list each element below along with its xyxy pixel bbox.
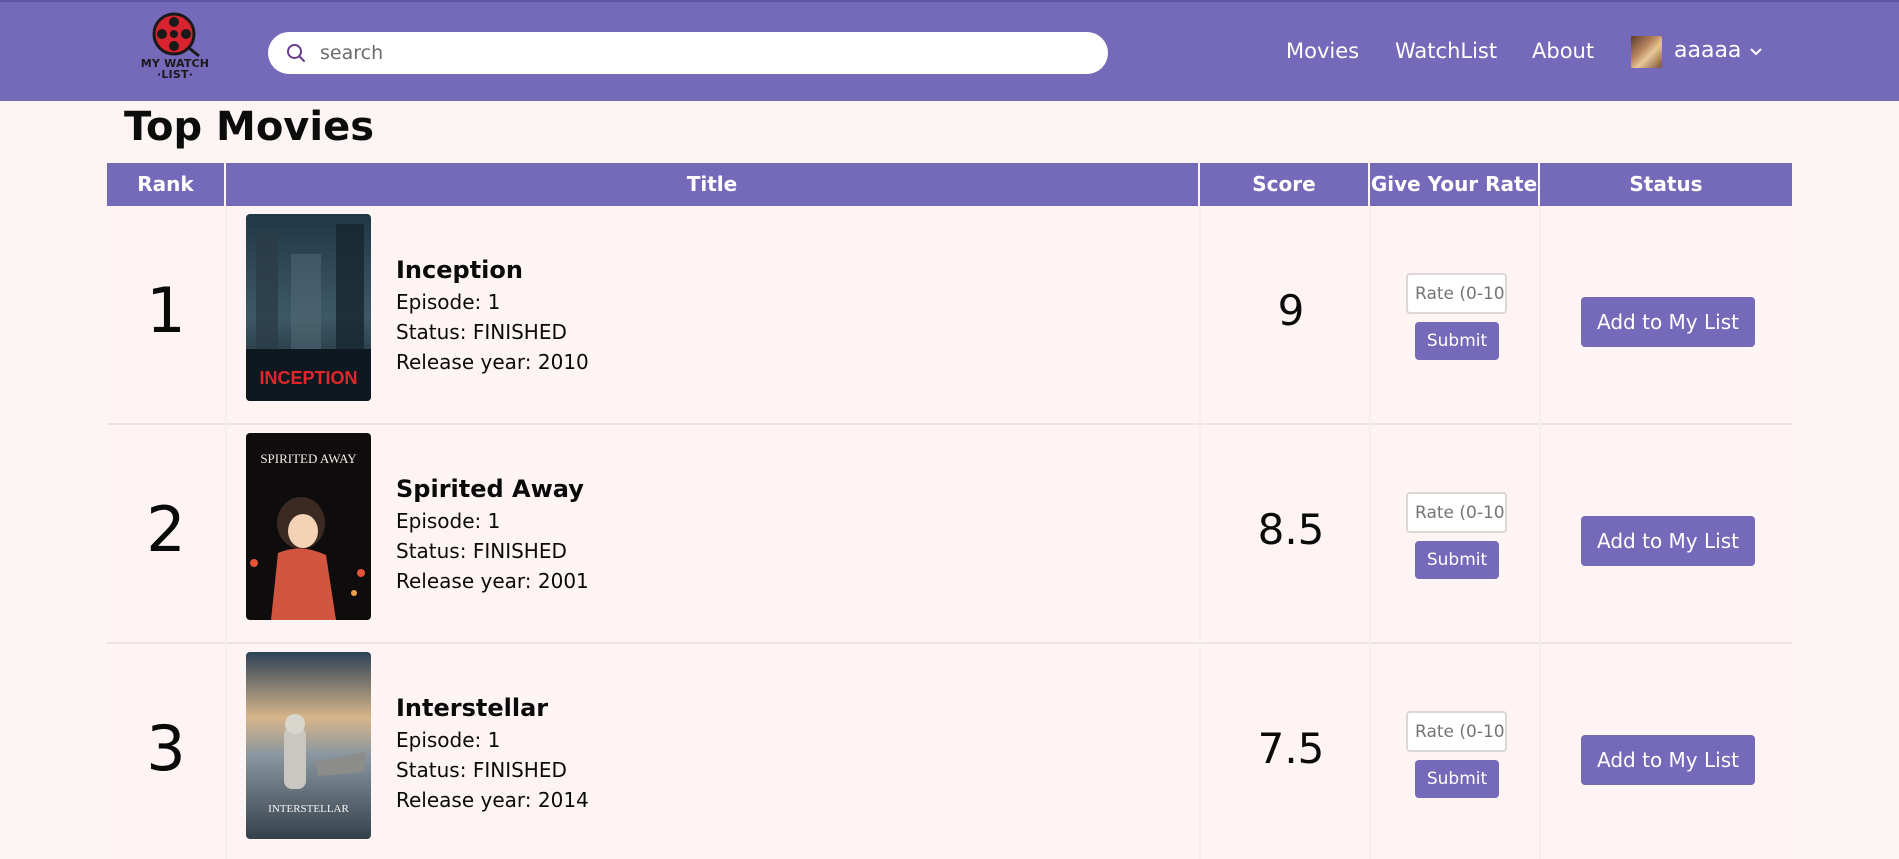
movie-title[interactable]: Interstellar: [396, 694, 548, 722]
movie-episode: Episode: 1: [396, 509, 501, 533]
logo-text-line2: ·LIST·: [156, 68, 194, 81]
poster-caption: SPIRITED AWAY: [260, 451, 357, 466]
table-row: 3 INTERSTELLAR Interstellar Episode: 1 S…: [107, 644, 1792, 859]
movie-score: 7.5: [1257, 724, 1325, 773]
page-title: Top Movies: [124, 104, 375, 150]
chevron-down-icon[interactable]: [1750, 48, 1762, 56]
movie-title[interactable]: Spirited Away: [396, 475, 584, 503]
rank-value: 2: [146, 493, 186, 566]
table-header: Rank Title Score Give Your Rate Status: [107, 163, 1792, 206]
movie-release-year: Release year: 2001: [396, 569, 589, 593]
search-icon: [287, 44, 305, 62]
add-to-list-button[interactable]: Add to My List: [1581, 735, 1755, 785]
movie-release-year: Release year: 2014: [396, 788, 589, 812]
add-to-list-button[interactable]: Add to My List: [1581, 297, 1755, 347]
movie-release-year: Release year: 2010: [396, 350, 589, 374]
poster-caption: INCEPTION: [259, 368, 357, 388]
movie-poster[interactable]: SPIRITED AWAY: [246, 433, 371, 620]
column-header-rank: Rank: [107, 163, 226, 206]
movie-poster[interactable]: INTERSTELLAR: [246, 652, 371, 839]
search-input[interactable]: [320, 38, 1080, 68]
user-menu-name[interactable]: aaaaa: [1674, 38, 1741, 63]
column-header-rate: Give Your Rate: [1370, 163, 1540, 206]
film-reel-icon: [152, 12, 200, 58]
movie-episode: Episode: 1: [396, 728, 501, 752]
search-bar: [268, 32, 1108, 74]
nav-link-watchlist[interactable]: WatchList: [1395, 39, 1497, 63]
poster-caption: INTERSTELLAR: [268, 803, 349, 815]
rate-input[interactable]: [1406, 492, 1507, 533]
submit-rate-button[interactable]: Submit: [1415, 322, 1499, 360]
table-row: 1 INCEPTION Inception Episode: 1 Status:…: [107, 206, 1792, 425]
movie-score: 8.5: [1257, 505, 1325, 554]
submit-rate-button[interactable]: Submit: [1415, 541, 1499, 579]
rank-value: 3: [146, 712, 186, 785]
rank-value: 1: [146, 274, 186, 347]
rate-input[interactable]: [1406, 273, 1507, 314]
submit-rate-button[interactable]: Submit: [1415, 760, 1499, 798]
column-header-title: Title: [226, 163, 1200, 206]
column-header-status: Status: [1629, 172, 1703, 196]
movie-episode: Episode: 1: [396, 290, 501, 314]
movie-poster[interactable]: INCEPTION: [246, 214, 371, 401]
add-to-list-button[interactable]: Add to My List: [1581, 516, 1755, 566]
avatar[interactable]: [1631, 36, 1662, 68]
column-header-score: Score: [1200, 163, 1370, 206]
table-row: 2 SPIRITED AWAY Spirited Away Episode: 1…: [107, 425, 1792, 644]
movie-status: Status: FINISHED: [396, 758, 567, 782]
rate-input[interactable]: [1406, 711, 1507, 752]
movie-status: Status: FINISHED: [396, 320, 567, 344]
top-navbar: MY WATCH ·LIST· Movies WatchList About a…: [0, 0, 1899, 101]
nav-link-about[interactable]: About: [1532, 39, 1594, 63]
movie-title[interactable]: Inception: [396, 256, 523, 284]
movie-status: Status: FINISHED: [396, 539, 567, 563]
nav-link-movies[interactable]: Movies: [1286, 39, 1359, 63]
movie-score: 9: [1277, 286, 1305, 335]
site-logo[interactable]: MY WATCH ·LIST·: [133, 12, 217, 88]
